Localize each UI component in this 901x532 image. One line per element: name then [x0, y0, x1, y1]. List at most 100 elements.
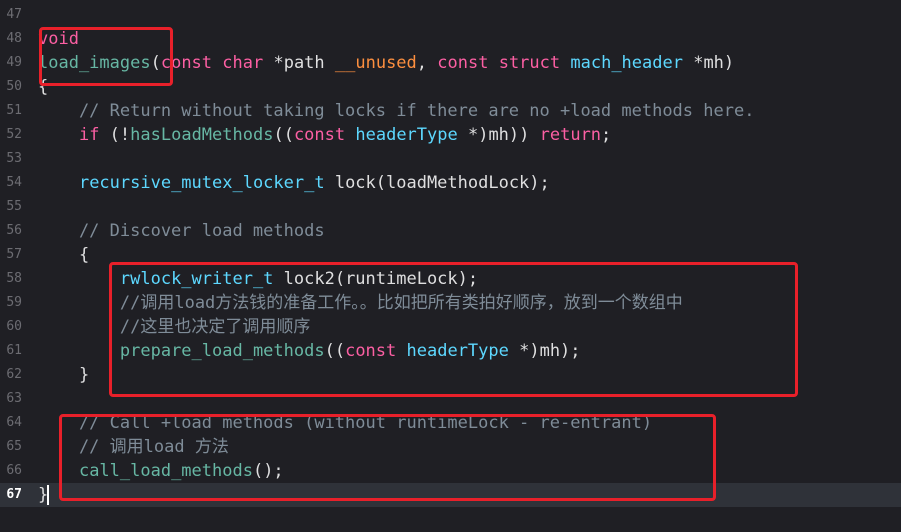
code-line[interactable]: 65 // 调用load 方法 [0, 435, 901, 459]
line-number: 67 [6, 487, 22, 502]
code-text: { [38, 243, 89, 267]
code-line[interactable]: 49 load_images(const char *path __unused,… [0, 51, 901, 75]
code-line[interactable]: 60 //这里也决定了调用顺序 [0, 315, 901, 339]
code-token: (); [252, 461, 284, 481]
line-number: 56 [6, 223, 22, 238]
code-token: if [78, 125, 100, 145]
code-token: { [38, 77, 49, 97]
code-text: // 调用load 方法 [38, 435, 229, 459]
code-line[interactable]: 58 rwlock_writer_t lock2(runtimeLock); [0, 267, 901, 291]
line-number: 66 [6, 463, 22, 478]
code-line[interactable]: 56 // Discover load methods [0, 219, 901, 243]
code-line[interactable]: 57 { [0, 243, 901, 267]
code-editor[interactable]: 47 48 void 49 load_images(const char *path _… [0, 0, 901, 532]
code-token: hasLoadMethods [130, 125, 274, 145]
code-token: // Return without taking locks if there … [38, 101, 755, 121]
code-token: //调用load方法钱的准备工作。。比如把所有类拍好顺序，放到一个数组中 [38, 293, 683, 313]
line-number: 64 [6, 415, 22, 430]
code-token: *path [263, 53, 335, 73]
code-text: call_load_methods(); [38, 459, 284, 483]
code-token: (! [99, 125, 131, 145]
code-text: load_images(const char *path __unused, c… [38, 51, 734, 75]
code-token: rwlock_writer_t [119, 269, 274, 289]
code-line[interactable]: 52 if (!hasLoadMethods((const headerType… [0, 123, 901, 147]
code-token: const [160, 53, 213, 73]
code-text: recursive_mutex_locker_t lock(loadMethod… [38, 171, 550, 195]
code-token: ; [601, 125, 612, 145]
code-token: (( [273, 125, 294, 145]
line-number: 52 [6, 127, 22, 142]
code-token: recursive_mutex_locker_t [78, 173, 325, 193]
code-text: // Call +load methods (without runtimeLo… [38, 411, 652, 435]
code-token: const [345, 341, 397, 361]
code-token: const [437, 53, 489, 73]
code-token: prepare_load_methods [119, 341, 325, 361]
code-line[interactable]: 66 call_load_methods(); [0, 459, 901, 483]
line-number: 61 [6, 343, 22, 358]
code-line[interactable]: 59 //调用load方法钱的准备工作。。比如把所有类拍好顺序，放到一个数组中 [0, 291, 901, 315]
line-number: 62 [6, 367, 22, 382]
code-line[interactable]: 47 [0, 3, 901, 27]
code-line[interactable]: 53 [0, 147, 901, 171]
code-token: const [293, 125, 346, 145]
code-token: headerType [406, 341, 509, 361]
code-token: // Call +load methods (without runtimeLo… [38, 413, 653, 433]
line-number: 53 [6, 151, 22, 166]
code-line[interactable]: 67} [0, 483, 901, 507]
code-line[interactable]: 50 { [0, 75, 901, 99]
line-number: 49 [6, 55, 22, 70]
code-text: if (!hasLoadMethods((const headerType *)… [38, 123, 611, 147]
line-number: 48 [6, 31, 22, 46]
line-number: 55 [6, 199, 22, 214]
code-token: // Discover load methods [38, 221, 325, 241]
code-text: { [38, 75, 48, 99]
code-text: void [38, 27, 79, 51]
line-number: 54 [6, 175, 22, 190]
code-token: *mh) [682, 53, 735, 73]
code-text: prepare_load_methods((const headerType *… [38, 339, 581, 363]
line-number: 57 [6, 247, 22, 262]
line-number: 60 [6, 319, 22, 334]
code-line[interactable]: 64 // Call +load methods (without runtim… [0, 411, 901, 435]
code-token: void [38, 29, 79, 49]
code-line[interactable]: 63 [0, 387, 901, 411]
code-token: struct [498, 53, 561, 73]
code-token: (( [324, 341, 346, 361]
code-text: rwlock_writer_t lock2(runtimeLock); [38, 267, 478, 291]
line-number: 63 [6, 391, 22, 406]
code-token: return [539, 125, 602, 145]
code-text: //这里也决定了调用顺序 [38, 315, 310, 339]
code-token: lock(loadMethodLock); [324, 173, 550, 193]
line-number: 65 [6, 439, 22, 454]
code-token: __unused [334, 53, 417, 73]
line-number: 59 [6, 295, 22, 310]
line-number: 58 [6, 271, 22, 286]
code-token: //这里也决定了调用顺序 [38, 317, 311, 337]
code-line[interactable]: 62 } [0, 363, 901, 387]
code-line[interactable]: 51 // Return without taking locks if the… [0, 99, 901, 123]
text-cursor [47, 485, 49, 505]
code-token: // 调用load 方法 [38, 437, 229, 457]
line-number: 50 [6, 79, 22, 94]
code-line[interactable]: 61 prepare_load_methods((const headerTyp… [0, 339, 901, 363]
code-token: *)mh); [508, 341, 581, 361]
code-token: char [222, 53, 264, 73]
code-text: } [38, 363, 89, 387]
code-token: mach_header [570, 53, 683, 73]
code-line[interactable]: 54 recursive_mutex_locker_t lock(loadMet… [0, 171, 901, 195]
code-line[interactable]: 55 [0, 195, 901, 219]
code-line[interactable]: 48 void [0, 27, 901, 51]
code-text: //调用load方法钱的准备工作。。比如把所有类拍好顺序，放到一个数组中 [38, 291, 683, 315]
code-token: load_images [38, 53, 151, 73]
code-token: } [38, 365, 90, 385]
line-number: 51 [6, 103, 22, 118]
code-token: headerType [355, 125, 458, 145]
